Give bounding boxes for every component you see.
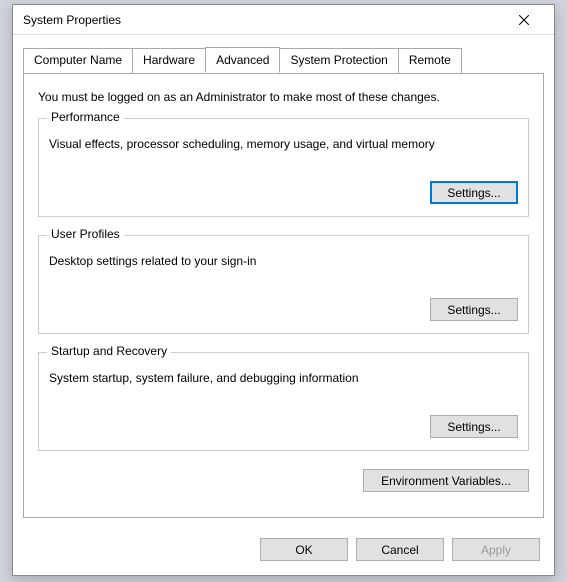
startup-recovery-desc: System startup, system failure, and debu… [49,371,518,385]
performance-group: Performance Visual effects, processor sc… [38,118,529,217]
apply-button: Apply [452,538,540,561]
performance-legend: Performance [47,110,124,124]
system-properties-dialog: System Properties Computer Name Hardware… [12,4,555,576]
env-row: Environment Variables... [38,469,529,492]
startup-recovery-settings-button[interactable]: Settings... [430,415,518,438]
user-profiles-group: User Profiles Desktop settings related t… [38,235,529,334]
close-icon [519,15,529,25]
performance-btn-row: Settings... [49,181,518,204]
close-button[interactable] [502,6,546,34]
tab-computer-name[interactable]: Computer Name [23,48,133,74]
tab-system-protection[interactable]: System Protection [279,48,398,74]
startup-recovery-legend: Startup and Recovery [47,344,171,358]
tab-remote[interactable]: Remote [398,48,462,74]
tab-hardware[interactable]: Hardware [132,48,206,74]
window-title: System Properties [23,13,502,27]
advanced-panel: You must be logged on as an Administrato… [23,73,544,518]
performance-settings-button[interactable]: Settings... [430,181,518,204]
dialog-button-row: OK Cancel Apply [13,528,554,575]
ok-button[interactable]: OK [260,538,348,561]
tab-advanced[interactable]: Advanced [205,47,280,73]
intro-text: You must be logged on as an Administrato… [38,90,529,104]
user-profiles-settings-button[interactable]: Settings... [430,298,518,321]
environment-variables-button[interactable]: Environment Variables... [363,469,529,492]
startup-recovery-group: Startup and Recovery System startup, sys… [38,352,529,451]
cancel-button[interactable]: Cancel [356,538,444,561]
startup-recovery-btn-row: Settings... [49,415,518,438]
user-profiles-legend: User Profiles [47,227,124,241]
user-profiles-desc: Desktop settings related to your sign-in [49,254,518,268]
user-profiles-btn-row: Settings... [49,298,518,321]
titlebar: System Properties [13,5,554,35]
performance-desc: Visual effects, processor scheduling, me… [49,137,518,151]
tab-row: Computer Name Hardware Advanced System P… [23,47,544,73]
